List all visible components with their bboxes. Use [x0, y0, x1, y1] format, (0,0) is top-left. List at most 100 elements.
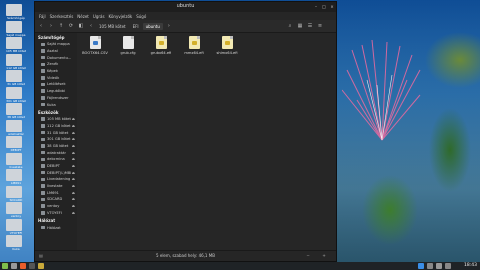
sidebar-item[interactable]: DEBIPT ⏏: [35, 163, 77, 170]
desktop-drive-icon[interactable]: [6, 37, 22, 50]
sidebar-item[interactable]: Kuka: [35, 101, 77, 108]
zoom-in-icon[interactable]: +: [321, 253, 327, 259]
zoom-out-icon[interactable]: −: [305, 253, 311, 259]
desktop-drive-icon[interactable]: [6, 169, 22, 182]
desktop-drive-icon[interactable]: [6, 218, 22, 231]
eject-icon[interactable]: ⏏: [72, 144, 75, 148]
sidebar-section-heading[interactable]: Eszközök: [35, 108, 77, 116]
up-icon[interactable]: ↑: [57, 22, 65, 30]
desktop-drive-icon[interactable]: [6, 70, 22, 83]
menu-edit[interactable]: Szerkesztés: [50, 14, 74, 19]
sidebar-section-heading[interactable]: Hálózat: [35, 216, 77, 224]
eject-icon[interactable]: ⏏: [72, 197, 75, 201]
updates-icon[interactable]: [418, 263, 424, 269]
menu-file[interactable]: Fájl: [39, 14, 46, 19]
back-icon[interactable]: ‹: [37, 22, 45, 30]
desktop-drive-icon[interactable]: [6, 103, 22, 116]
desktop-drive-icon[interactable]: [6, 136, 22, 149]
sidebar-item[interactable]: Asztal: [35, 48, 77, 55]
terminal-icon[interactable]: [29, 263, 35, 269]
network-icon[interactable]: [427, 263, 433, 269]
eject-icon[interactable]: ⏏: [72, 191, 75, 195]
sidebar-item[interactable]: Hálózat: [35, 224, 77, 231]
breadcrumb-left-icon[interactable]: ‹: [87, 22, 95, 30]
sidebar-item[interactable]: livestate ⏏: [35, 183, 77, 190]
sidebar-item[interactable]: 105 MB kötet ⏏: [35, 116, 77, 123]
maximize-icon[interactable]: □: [321, 4, 327, 10]
panel-clock[interactable]: 18:43: [464, 263, 477, 268]
sidebar-item[interactable]: 38 GB kötet ⏏: [35, 143, 77, 150]
eject-icon[interactable]: ⏏: [72, 157, 75, 161]
sidebar-item[interactable]: Képek: [35, 68, 77, 75]
sidebar-item[interactable]: Saját mappa: [35, 41, 77, 48]
desktop-drive-icon[interactable]: [6, 119, 22, 132]
icon-view-icon[interactable]: ▦: [296, 22, 304, 30]
desktop-drive-icon[interactable]: [6, 185, 22, 198]
menu-bookmarks[interactable]: Könyvjelzők: [109, 14, 133, 19]
sidebar-item[interactable]: Legutóbbi: [35, 88, 77, 95]
sidebar-item[interactable]: 112 GB kötet ⏏: [35, 123, 77, 130]
file-item[interactable]: shimx64.efi: [212, 36, 242, 55]
desktop-drive-icon[interactable]: [6, 152, 22, 165]
close-icon[interactable]: ×: [329, 4, 335, 10]
breadcrumb-right-icon[interactable]: ›: [165, 22, 173, 30]
sidebar-item[interactable]: Videók: [35, 74, 77, 81]
eject-icon[interactable]: ⏏: [72, 117, 75, 121]
eject-icon[interactable]: ⏏: [72, 211, 75, 215]
sidebar-section-heading[interactable]: Számítógép: [35, 33, 77, 41]
eject-icon[interactable]: ⏏: [72, 124, 75, 128]
desktop-drive-icon[interactable]: [6, 4, 22, 16]
compact-view-icon[interactable]: ≡: [316, 22, 324, 30]
sidebar-item[interactable]: SDCARD ⏏: [35, 196, 77, 203]
file-item[interactable]: grub.cfg: [113, 36, 143, 55]
eject-icon[interactable]: ⏏: [72, 137, 75, 141]
desktop-drive-icon[interactable]: [6, 235, 22, 248]
sidebar-item[interactable]: Fájlrendszer: [35, 95, 77, 102]
sidebar-item[interactable]: ventoy ⏏: [35, 203, 77, 210]
breadcrumb-efi[interactable]: EFI: [130, 23, 142, 30]
sidebar-item[interactable]: Zenék: [35, 61, 77, 68]
file-item[interactable]: mmx64.efi: [179, 36, 209, 55]
eject-icon[interactable]: ⏏: [72, 131, 75, 135]
desktop-drive-icon[interactable]: [6, 20, 22, 33]
eject-icon[interactable]: ⏏: [72, 204, 75, 208]
sidebar-item[interactable]: Dokumentu...: [35, 54, 77, 61]
menu-view[interactable]: Nézet: [77, 14, 89, 19]
sidebar-item[interactable]: 301 GB kötet ⏏: [35, 136, 77, 143]
eject-icon[interactable]: ⏏: [72, 171, 75, 175]
breadcrumb-ubuntu[interactable]: ubuntu: [142, 22, 163, 30]
files-icon[interactable]: [38, 263, 44, 269]
list-view-icon[interactable]: ☰: [306, 22, 314, 30]
sidebar-item[interactable]: adatraktár ⏏: [35, 149, 77, 156]
search-icon[interactable]: ⌕: [286, 22, 294, 30]
sidebar-item[interactable]: VTOYEFI ⏏: [35, 210, 77, 217]
sidebar-item[interactable]: Livedatening ⏏: [35, 176, 77, 183]
breadcrumb-volume[interactable]: 105 MB kötet: [96, 23, 129, 30]
volume-icon[interactable]: [436, 263, 442, 269]
desktop-drive-icon[interactable]: [6, 202, 22, 215]
show-desktop-icon[interactable]: [11, 263, 17, 269]
firefox-icon[interactable]: [20, 263, 26, 269]
file-item[interactable]: grubx64.efi: [146, 36, 176, 55]
sidebar-item[interactable]: LM691 ⏏: [35, 189, 77, 196]
eject-icon[interactable]: ⏏: [72, 151, 75, 155]
desktop-drive-icon[interactable]: [6, 86, 22, 99]
menu-icon[interactable]: [2, 263, 8, 269]
file-item[interactable]: BOOTX64.CSV: [80, 36, 110, 55]
eject-icon[interactable]: ⏏: [72, 177, 75, 181]
title-bar[interactable]: ubuntu – □ ×: [35, 2, 336, 12]
menu-help[interactable]: Súgó: [136, 14, 146, 19]
minimize-icon[interactable]: –: [313, 4, 319, 10]
file-view[interactable]: BOOTX64.CSV grub.cfg grubx64.efi mmx64.efi s…: [78, 33, 336, 252]
sidebar-item[interactable]: debcmina ⏏: [35, 156, 77, 163]
menu-go[interactable]: Ugrás: [93, 14, 105, 19]
toggle-location-icon[interactable]: ◧: [77, 22, 85, 30]
sidebar-item[interactable]: 31 GB kötet ⏏: [35, 129, 77, 136]
battery-icon[interactable]: [445, 263, 451, 269]
sidebar-item[interactable]: DEBIPT(L)MBI ⏏: [35, 169, 77, 176]
sidebar-item[interactable]: Letöltések: [35, 81, 77, 88]
refresh-icon[interactable]: ⟳: [67, 22, 75, 30]
eject-icon[interactable]: ⏏: [72, 164, 75, 168]
desktop-drive-icon[interactable]: [6, 53, 22, 66]
forward-icon[interactable]: ›: [47, 22, 55, 30]
